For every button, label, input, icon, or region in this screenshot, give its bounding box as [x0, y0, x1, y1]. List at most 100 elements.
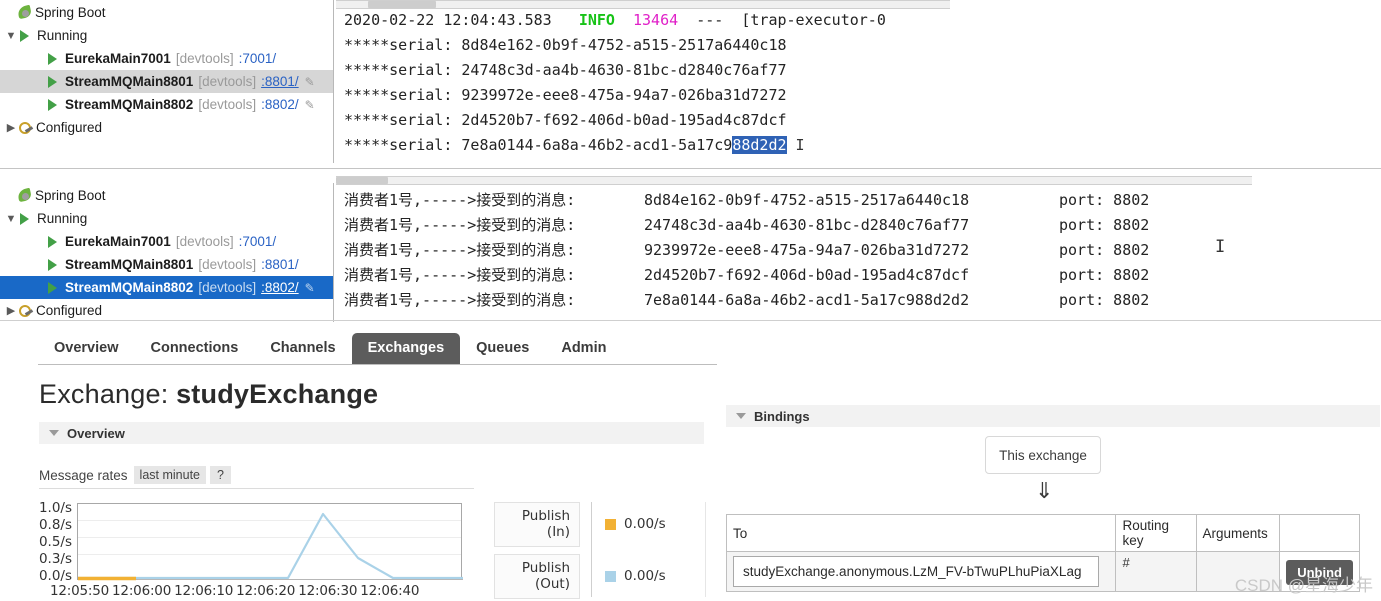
message-rates-underline — [39, 488, 474, 489]
run-icon — [48, 282, 57, 294]
tree-item-streammqmain8801-p2[interactable]: StreamMQMain8801 [devtools] :8801/ — [0, 253, 333, 276]
column-header-routing-key[interactable]: Routing key — [1116, 515, 1196, 552]
log-thread: [trap-executor-0 — [741, 11, 886, 29]
ide-bottom-divider — [0, 320, 1381, 321]
help-icon[interactable]: ? — [210, 466, 231, 484]
edit-pencil-icon[interactable]: ✎ — [305, 75, 315, 89]
consumer-port: port: 8802 — [1059, 188, 1149, 213]
column-header-arguments[interactable]: Arguments — [1196, 515, 1280, 552]
tree-group-label: Running — [37, 211, 87, 226]
tree-group-configured-1[interactable]: ▶ Configured — [0, 116, 333, 139]
tree-group-configured-2[interactable]: ▶ Configured — [0, 299, 333, 322]
tree-root-spring-boot-1[interactable]: Spring Boot — [0, 0, 333, 24]
spring-boot-tree-panel-1[interactable]: Spring Boot ▼ Running EurekaMain7001 [de… — [0, 0, 334, 163]
overview-section-label: Overview — [67, 426, 125, 441]
tree-item-streammqmain8801-p1[interactable]: StreamMQMain8801 [devtools] :8801/ ✎ — [0, 70, 333, 93]
console-1-top-scrollbar[interactable] — [336, 0, 950, 9]
run-icon — [48, 99, 57, 111]
page-title-prefix: Exchange: — [39, 379, 176, 409]
console-2-top-scrollbar[interactable] — [336, 176, 1252, 185]
consumer-label: 消费者1号,----->接受到的消息: — [344, 213, 644, 238]
x-axis-tick: 12:05:50 — [50, 583, 109, 599]
tree-group-running-2[interactable]: ▼ Running — [0, 207, 333, 230]
tree-item-devtools: [devtools] — [198, 97, 256, 112]
tree-item-devtools: [devtools] — [198, 257, 256, 272]
scrollbar-thumb[interactable] — [336, 177, 388, 184]
tree-group-label: Running — [37, 28, 87, 43]
rabbitmq-management-page: Overview Connections Channels Exchanges … — [0, 322, 1381, 601]
page-title-exchange-name: studyExchange — [176, 379, 378, 409]
spring-boot-tree-panel-2[interactable]: Spring Boot ▼ Running EurekaMain7001 [de… — [0, 183, 334, 322]
message-rates-row: Message rates last minute ? — [39, 466, 235, 484]
triangle-down-icon — [49, 430, 59, 436]
spring-boot-icon — [18, 5, 33, 19]
tree-item-name: StreamMQMain8802 — [65, 97, 193, 112]
tree-item-port-link[interactable]: :8802/ — [261, 97, 299, 112]
wrench-icon — [18, 121, 34, 135]
legend-label-line2: (In) — [501, 525, 570, 541]
serial-prefix: *****serial: — [344, 61, 461, 79]
message-rates-label: Message rates — [39, 468, 128, 483]
column-header-actions — [1280, 515, 1360, 552]
tree-item-devtools: [devtools] — [198, 280, 256, 295]
binding-to-value[interactable]: studyExchange.anonymous.LzM_FV-bTwuPLhuP… — [733, 556, 1099, 587]
tree-item-devtools: [devtools] — [176, 234, 234, 249]
tab-overview[interactable]: Overview — [38, 333, 135, 365]
x-axis-tick-labels: 12:05:50 12:06:00 12:06:10 12:06:20 12:0… — [50, 583, 419, 599]
console-output-1[interactable]: 2020-02-22 12:04:43.583 INFO 13464 --- [… — [336, 8, 950, 163]
legend-swatch-publish-in — [605, 519, 616, 530]
tree-item-streammqmain8802-p2[interactable]: StreamMQMain8802 [devtools] :8802/ ✎ — [0, 276, 333, 299]
edit-pencil-icon[interactable]: ✎ — [305, 281, 315, 295]
tab-connections[interactable]: Connections — [135, 333, 255, 365]
tree-item-port-link[interactable]: :7001/ — [239, 234, 277, 249]
run-icon — [20, 30, 29, 42]
tree-item-eurekamain7001-p1[interactable]: EurekaMain7001 [devtools] :7001/ — [0, 47, 333, 70]
tree-group-running-1[interactable]: ▼ Running — [0, 24, 333, 47]
legend-swatch-publish-out — [605, 571, 616, 582]
legend-value-text: 0.00/s — [624, 568, 666, 584]
tree-item-port-link[interactable]: :8802/ — [261, 280, 299, 295]
edit-pencil-icon[interactable]: ✎ — [305, 98, 315, 112]
chevron-right-icon[interactable]: ▶ — [4, 121, 18, 134]
tree-item-port-link[interactable]: :8801/ — [261, 74, 299, 89]
serial-prefix: *****serial: — [344, 36, 461, 54]
tab-exchanges[interactable]: Exchanges — [352, 333, 461, 365]
tree-item-name: StreamMQMain8801 — [65, 257, 193, 272]
bindings-section-header[interactable]: Bindings — [726, 405, 1380, 427]
y-axis-tick: 0.3/s — [14, 551, 72, 567]
tab-queues[interactable]: Queues — [460, 333, 545, 365]
chevron-right-icon[interactable]: ▶ — [4, 304, 18, 317]
consumer-port: port: 8802 — [1059, 263, 1149, 288]
tree-item-eurekamain7001-p2[interactable]: EurekaMain7001 [devtools] :7001/ — [0, 230, 333, 253]
y-axis-tick: 0.0/s — [14, 568, 72, 584]
x-axis-tick: 12:06:30 — [298, 583, 357, 599]
legend-label-line1: Publish — [501, 561, 570, 577]
tree-root-spring-boot-2[interactable]: Spring Boot — [0, 183, 333, 207]
consumer-label: 消费者1号,----->接受到的消息: — [344, 188, 644, 213]
tree-item-port-link[interactable]: :7001/ — [239, 51, 277, 66]
chevron-down-icon[interactable]: ▼ — [4, 213, 18, 225]
tree-root-label: Spring Boot — [35, 188, 106, 203]
column-header-to[interactable]: To — [727, 515, 1116, 552]
serial-prefix: *****serial: — [344, 86, 461, 104]
wrench-icon — [18, 304, 34, 318]
tree-root-label: Spring Boot — [35, 5, 106, 20]
scrollbar-thumb[interactable] — [368, 1, 436, 8]
tree-item-name: StreamMQMain8801 — [65, 74, 193, 89]
legend-value-publish-out: 0.00/s — [605, 568, 666, 584]
consumer-message: 2d4520b7-f692-406d-b0ad-195ad4c87dcf — [644, 263, 1059, 288]
tab-admin[interactable]: Admin — [545, 333, 622, 365]
this-exchange-button[interactable]: This exchange — [985, 436, 1101, 474]
tree-item-streammqmain8802-p1[interactable]: StreamMQMain8802 [devtools] :8802/ ✎ — [0, 93, 333, 116]
tree-item-port-link[interactable]: :8801/ — [261, 257, 299, 272]
tab-channels[interactable]: Channels — [254, 333, 351, 365]
spring-boot-icon — [18, 188, 33, 202]
text-selection-highlight[interactable]: 88d2d2 — [732, 136, 786, 154]
legend-value-text: 0.00/s — [624, 516, 666, 532]
message-rates-range-button[interactable]: last minute — [134, 466, 206, 484]
chevron-down-icon[interactable]: ▼ — [4, 30, 18, 42]
overview-section-header[interactable]: Overview — [39, 422, 704, 444]
serial-value: 7e8a0144-6a8a-46b2-acd1-5a17c9 — [461, 136, 732, 154]
consumer-label: 消费者1号,----->接受到的消息: — [344, 238, 644, 263]
tree-item-devtools: [devtools] — [176, 51, 234, 66]
